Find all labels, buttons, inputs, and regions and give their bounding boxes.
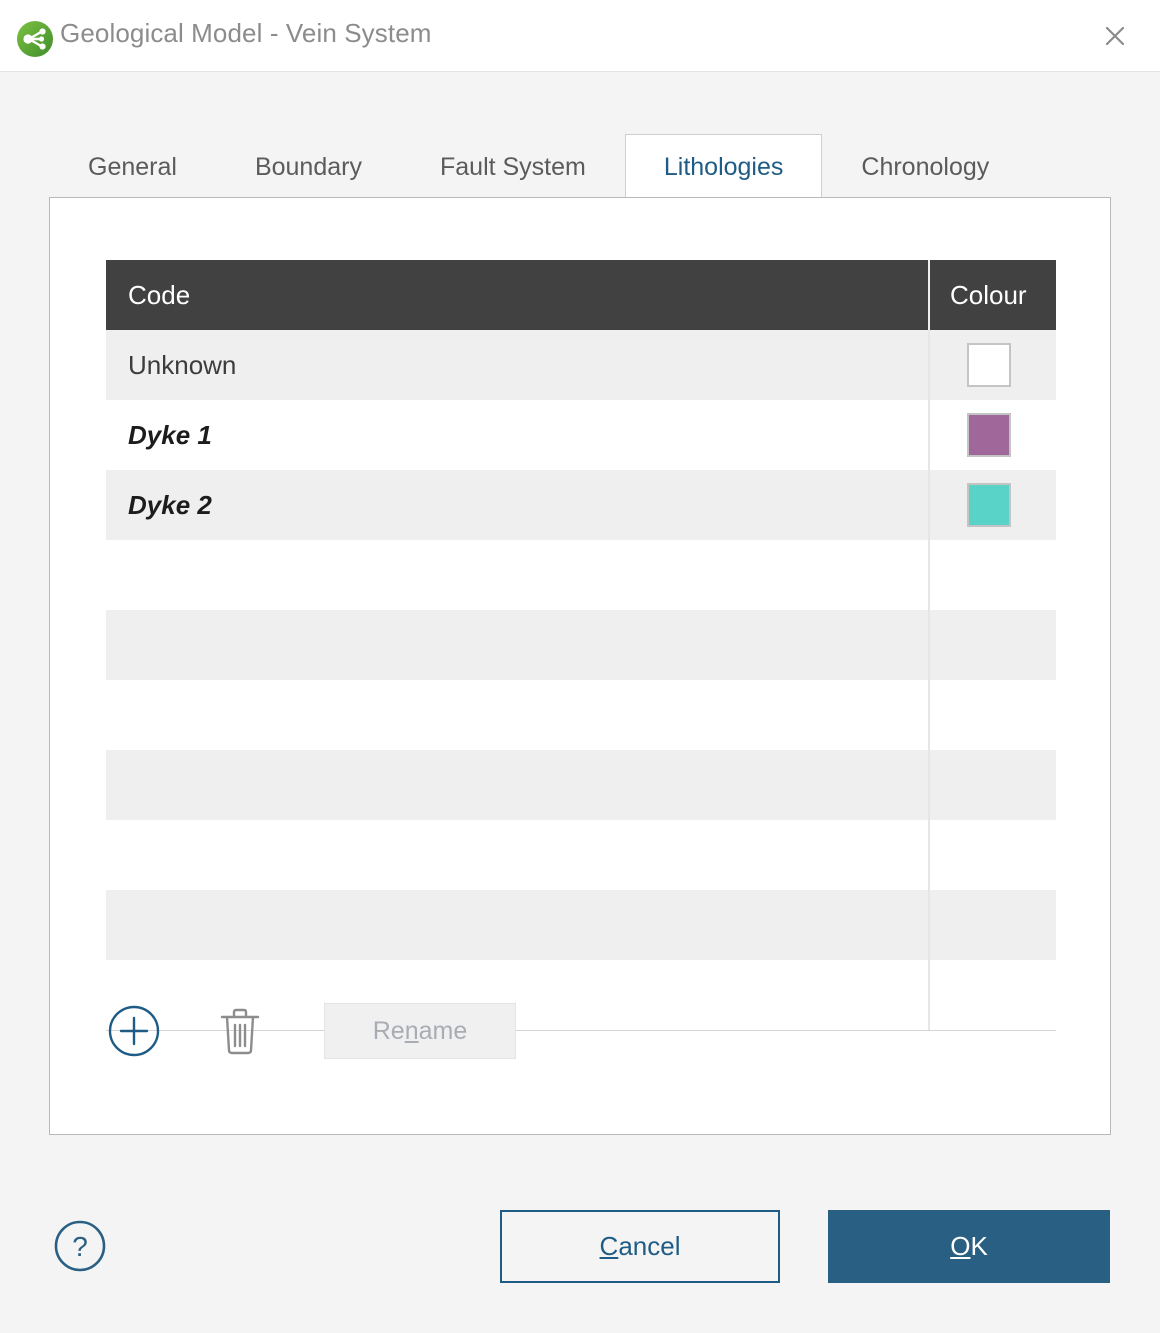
colour-swatch[interactable] [967,343,1011,387]
column-header-colour[interactable]: Colour [930,260,1056,330]
table-row[interactable] [106,610,1056,680]
tab-label: General [88,153,177,182]
tab-list: General Boundary Fault System Lithologie… [49,134,1028,200]
tab-strip: General Boundary Fault System Lithologie… [0,72,1160,200]
cell-colour[interactable] [930,960,1056,1030]
table-row[interactable] [106,890,1056,960]
cell-code: Unknown [106,330,930,400]
cell-code: Dyke 1 [106,400,930,470]
tab-chronology[interactable]: Chronology [822,134,1028,200]
cell-code [106,610,930,680]
svg-text:?: ? [72,1231,88,1262]
table-row[interactable]: Unknown [106,330,1056,400]
column-header-code[interactable]: Code [106,260,930,330]
tab-general[interactable]: General [49,134,216,200]
cell-colour[interactable] [930,330,1056,400]
lithologies-table: Code Colour Unknown Dyke 1 Dyke 2 [106,260,1056,1031]
tab-lithologies[interactable]: Lithologies [625,134,823,200]
cell-colour[interactable] [930,820,1056,890]
add-lithology-button[interactable] [106,1003,162,1059]
tab-label: Boundary [255,153,362,182]
tab-boundary[interactable]: Boundary [216,134,401,200]
table-row[interactable] [106,750,1056,820]
close-button[interactable] [1092,14,1138,58]
ok-button[interactable]: OK [828,1210,1110,1283]
close-icon [1103,24,1127,48]
window-title: Geological Model - Vein System [60,18,432,49]
cell-colour[interactable] [930,890,1056,960]
cell-colour[interactable] [930,680,1056,750]
cell-colour[interactable] [930,540,1056,610]
cell-code [106,750,930,820]
cancel-button[interactable]: Cancel [500,1210,780,1283]
cell-code: Dyke 2 [106,470,930,540]
tab-fault-system[interactable]: Fault System [401,134,625,200]
cell-code [106,890,930,960]
rename-button[interactable]: Rename [324,1003,516,1059]
cell-code [106,820,930,890]
cell-colour[interactable] [930,610,1056,680]
table-row[interactable]: Dyke 2 [106,470,1056,540]
table-row[interactable] [106,540,1056,610]
help-button[interactable]: ? [52,1218,108,1274]
ok-button-label: OK [950,1231,988,1262]
table-row[interactable] [106,680,1056,750]
plus-circle-icon [108,1005,160,1057]
tab-label: Fault System [440,153,586,182]
cell-code [106,680,930,750]
question-circle-icon: ? [53,1219,107,1273]
cancel-button-label: Cancel [600,1231,681,1262]
trash-icon [218,1005,262,1057]
colour-swatch[interactable] [967,483,1011,527]
lithologies-panel: Code Colour Unknown Dyke 1 Dyke 2 [49,197,1111,1135]
delete-lithology-button[interactable] [212,1003,268,1059]
title-bar: Geological Model - Vein System [0,0,1160,72]
tab-label: Lithologies [664,153,784,182]
colour-swatch[interactable] [967,413,1011,457]
rename-button-label: Rename [373,1017,468,1046]
table-row[interactable] [106,820,1056,890]
cell-colour[interactable] [930,400,1056,470]
cell-colour[interactable] [930,470,1056,540]
cell-colour[interactable] [930,750,1056,820]
table-row[interactable]: Dyke 1 [106,400,1056,470]
table-header-row: Code Colour [106,260,1056,330]
tab-label: Chronology [861,153,989,182]
cell-code [106,540,930,610]
network-nodes-icon [16,20,54,58]
table-action-toolbar: Rename [106,1003,516,1059]
